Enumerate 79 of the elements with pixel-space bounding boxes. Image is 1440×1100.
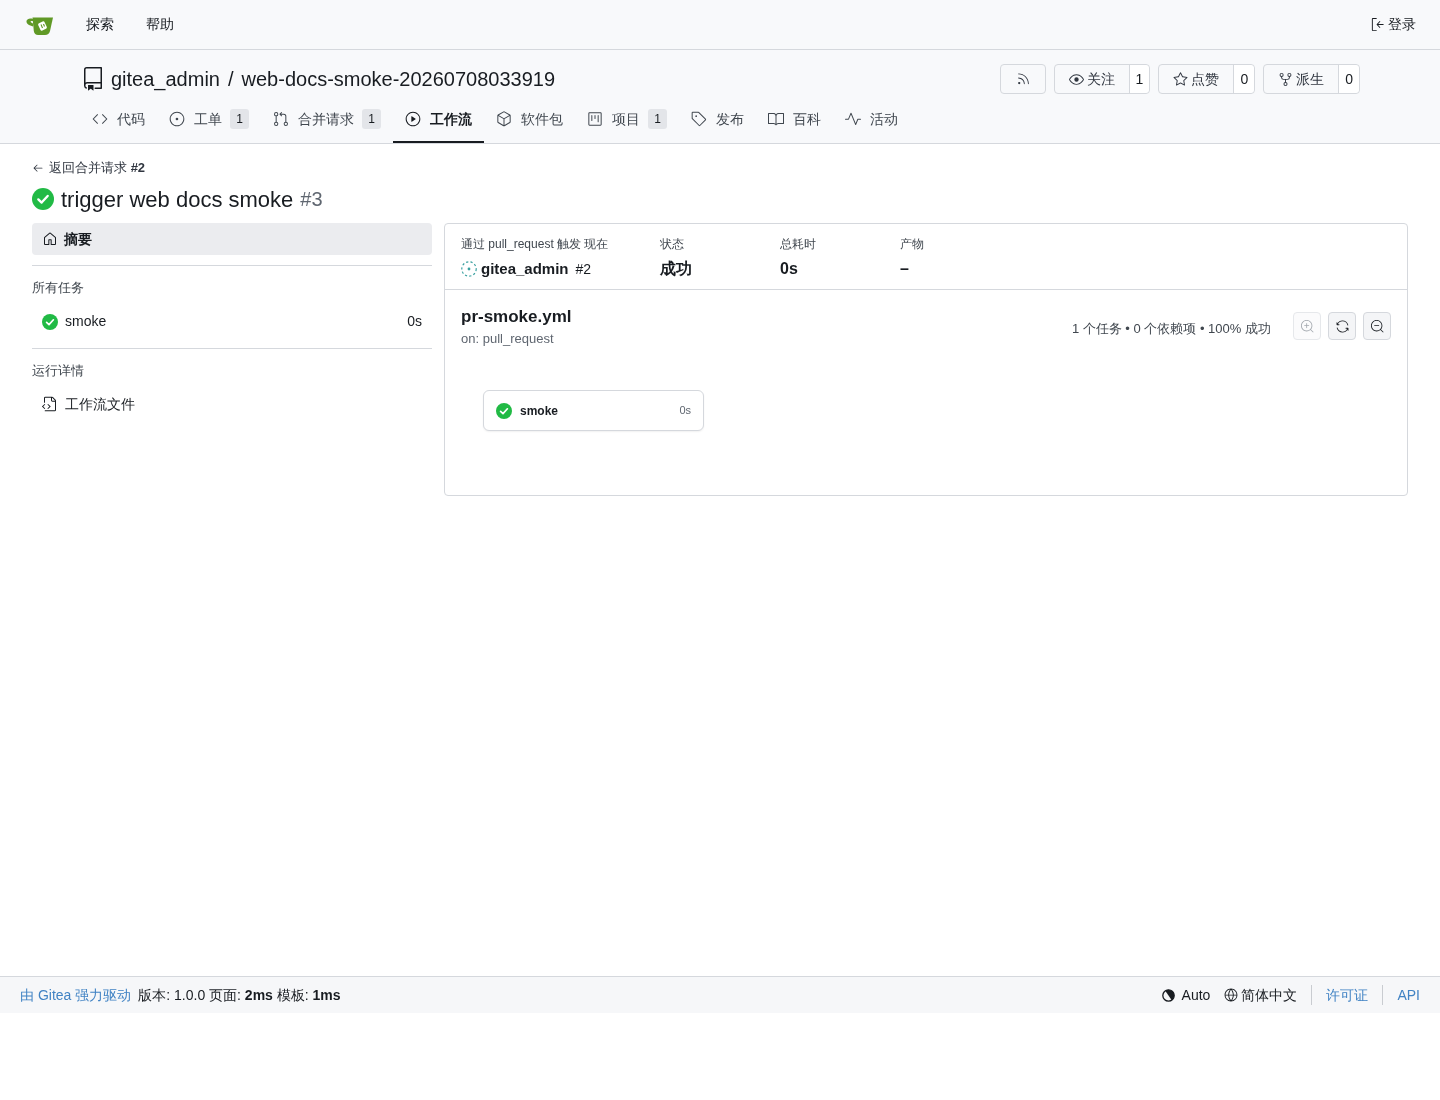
job-node-name: smoke	[520, 402, 559, 420]
language-button[interactable]: 简体中文	[1224, 984, 1298, 1006]
stat-value: 0s	[780, 259, 798, 279]
project-board-icon	[587, 111, 603, 127]
globe-icon	[1224, 988, 1239, 1002]
stat-label: 状态	[660, 236, 684, 253]
watch-button[interactable]: 关注	[1054, 65, 1129, 93]
stat-label: 总耗时	[780, 236, 816, 253]
footer-link[interactable]: 许可证	[1326, 984, 1369, 1006]
reset-zoom-button[interactable]	[1328, 312, 1356, 340]
star-count-link[interactable]: 0	[1233, 65, 1255, 93]
fork-button[interactable]: 派生	[1264, 65, 1339, 93]
count-badge: 1	[362, 109, 381, 129]
nav-link[interactable]: 探索	[70, 14, 130, 35]
repo-tab[interactable]: 工单 1	[157, 97, 261, 143]
summary-nav-item[interactable]: 摘要	[32, 223, 432, 255]
zoom-out-icon	[1370, 319, 1384, 333]
fork-count-link[interactable]: 0	[1338, 65, 1359, 93]
zoom-out-button[interactable]	[1363, 312, 1391, 340]
trigger-user-link[interactable]: gitea_admin	[481, 257, 569, 281]
zoom-in-icon	[1300, 319, 1314, 333]
sign-in-icon	[1370, 17, 1385, 32]
count-badge: 1	[230, 109, 249, 129]
run-title: trigger web docs smoke	[61, 185, 294, 214]
nav-link[interactable]: 帮助	[130, 14, 190, 35]
section-heading: 运行详情	[32, 361, 84, 380]
repo-tab[interactable]: 代码	[80, 97, 157, 143]
version-info: 版本: 1.0.0 页面: 2ms 模板: 1ms	[138, 985, 341, 1005]
repo-tab[interactable]: 百科	[756, 97, 833, 143]
star-button[interactable]: 点赞	[1159, 65, 1234, 93]
repo-tab[interactable]: 合并请求 1	[261, 97, 393, 143]
workflow-file-link[interactable]: 工作流文件	[32, 388, 145, 420]
play-icon	[405, 111, 421, 127]
repo-tab[interactable]: 工作流	[393, 97, 484, 143]
run-number: #3	[300, 187, 323, 212]
count-badge: 1	[648, 109, 667, 129]
arrow-left-icon	[32, 162, 44, 174]
footer-link[interactable]: API	[1397, 984, 1420, 1006]
code-icon	[92, 111, 108, 127]
half-circle-icon	[1161, 988, 1175, 1002]
workflow-file-name: pr-smoke.yml	[461, 306, 572, 328]
pull-request-icon	[273, 111, 289, 127]
package-icon	[496, 111, 512, 127]
job-node[interactable]: smoke 0s	[483, 390, 704, 431]
home-icon	[42, 231, 58, 247]
stat-label: 产物	[900, 236, 924, 253]
repo-tab[interactable]: 活动	[833, 97, 910, 143]
pull-request-link[interactable]: #2	[575, 258, 592, 280]
repo-name-link[interactable]: web-docs-smoke-20260708033919	[241, 64, 556, 94]
back-link[interactable]: 返回合并请求 #2	[32, 160, 146, 176]
tag-icon	[691, 111, 707, 127]
section-heading: 所有任务	[32, 279, 84, 297]
pulse-icon	[845, 111, 861, 127]
stat-value: –	[900, 259, 909, 279]
repo-owner-link[interactable]: gitea_admin	[111, 64, 220, 94]
repo-tab[interactable]: 软件包	[484, 97, 575, 143]
star-icon	[1173, 71, 1189, 87]
stat-value: 成功	[660, 259, 692, 279]
fork-icon	[1278, 71, 1294, 87]
workflow-stats: 1 个任务 • 0 个依赖项 • 100% 成功	[1071, 320, 1271, 338]
refresh-icon	[1335, 319, 1349, 333]
rss-feed-button[interactable]	[999, 64, 1046, 94]
repo-tab[interactable]: 发布	[679, 97, 756, 143]
repo-tab[interactable]: 项目 1	[575, 97, 679, 143]
repo-icon	[81, 67, 105, 91]
avatar-icon	[461, 261, 477, 277]
watch-count-link[interactable]: 1	[1128, 65, 1150, 93]
theme-button[interactable]: Auto	[1161, 984, 1211, 1006]
workflow-event: on: pull_request	[461, 330, 554, 348]
eye-icon	[1068, 71, 1084, 87]
job-node-duration: 0s	[679, 403, 691, 419]
trigger-label: 通过 pull_request 触发 现在	[461, 236, 609, 253]
code-file-icon	[42, 396, 58, 412]
rss-icon	[1015, 72, 1030, 86]
book-icon	[768, 111, 784, 127]
path-separator: /	[227, 67, 234, 92]
powered-by-link[interactable]: 由 Gitea 强力驱动	[20, 984, 132, 1006]
sign-in-link[interactable]: 登录	[1370, 14, 1416, 35]
job-item[interactable]: smoke 0s	[32, 305, 432, 338]
